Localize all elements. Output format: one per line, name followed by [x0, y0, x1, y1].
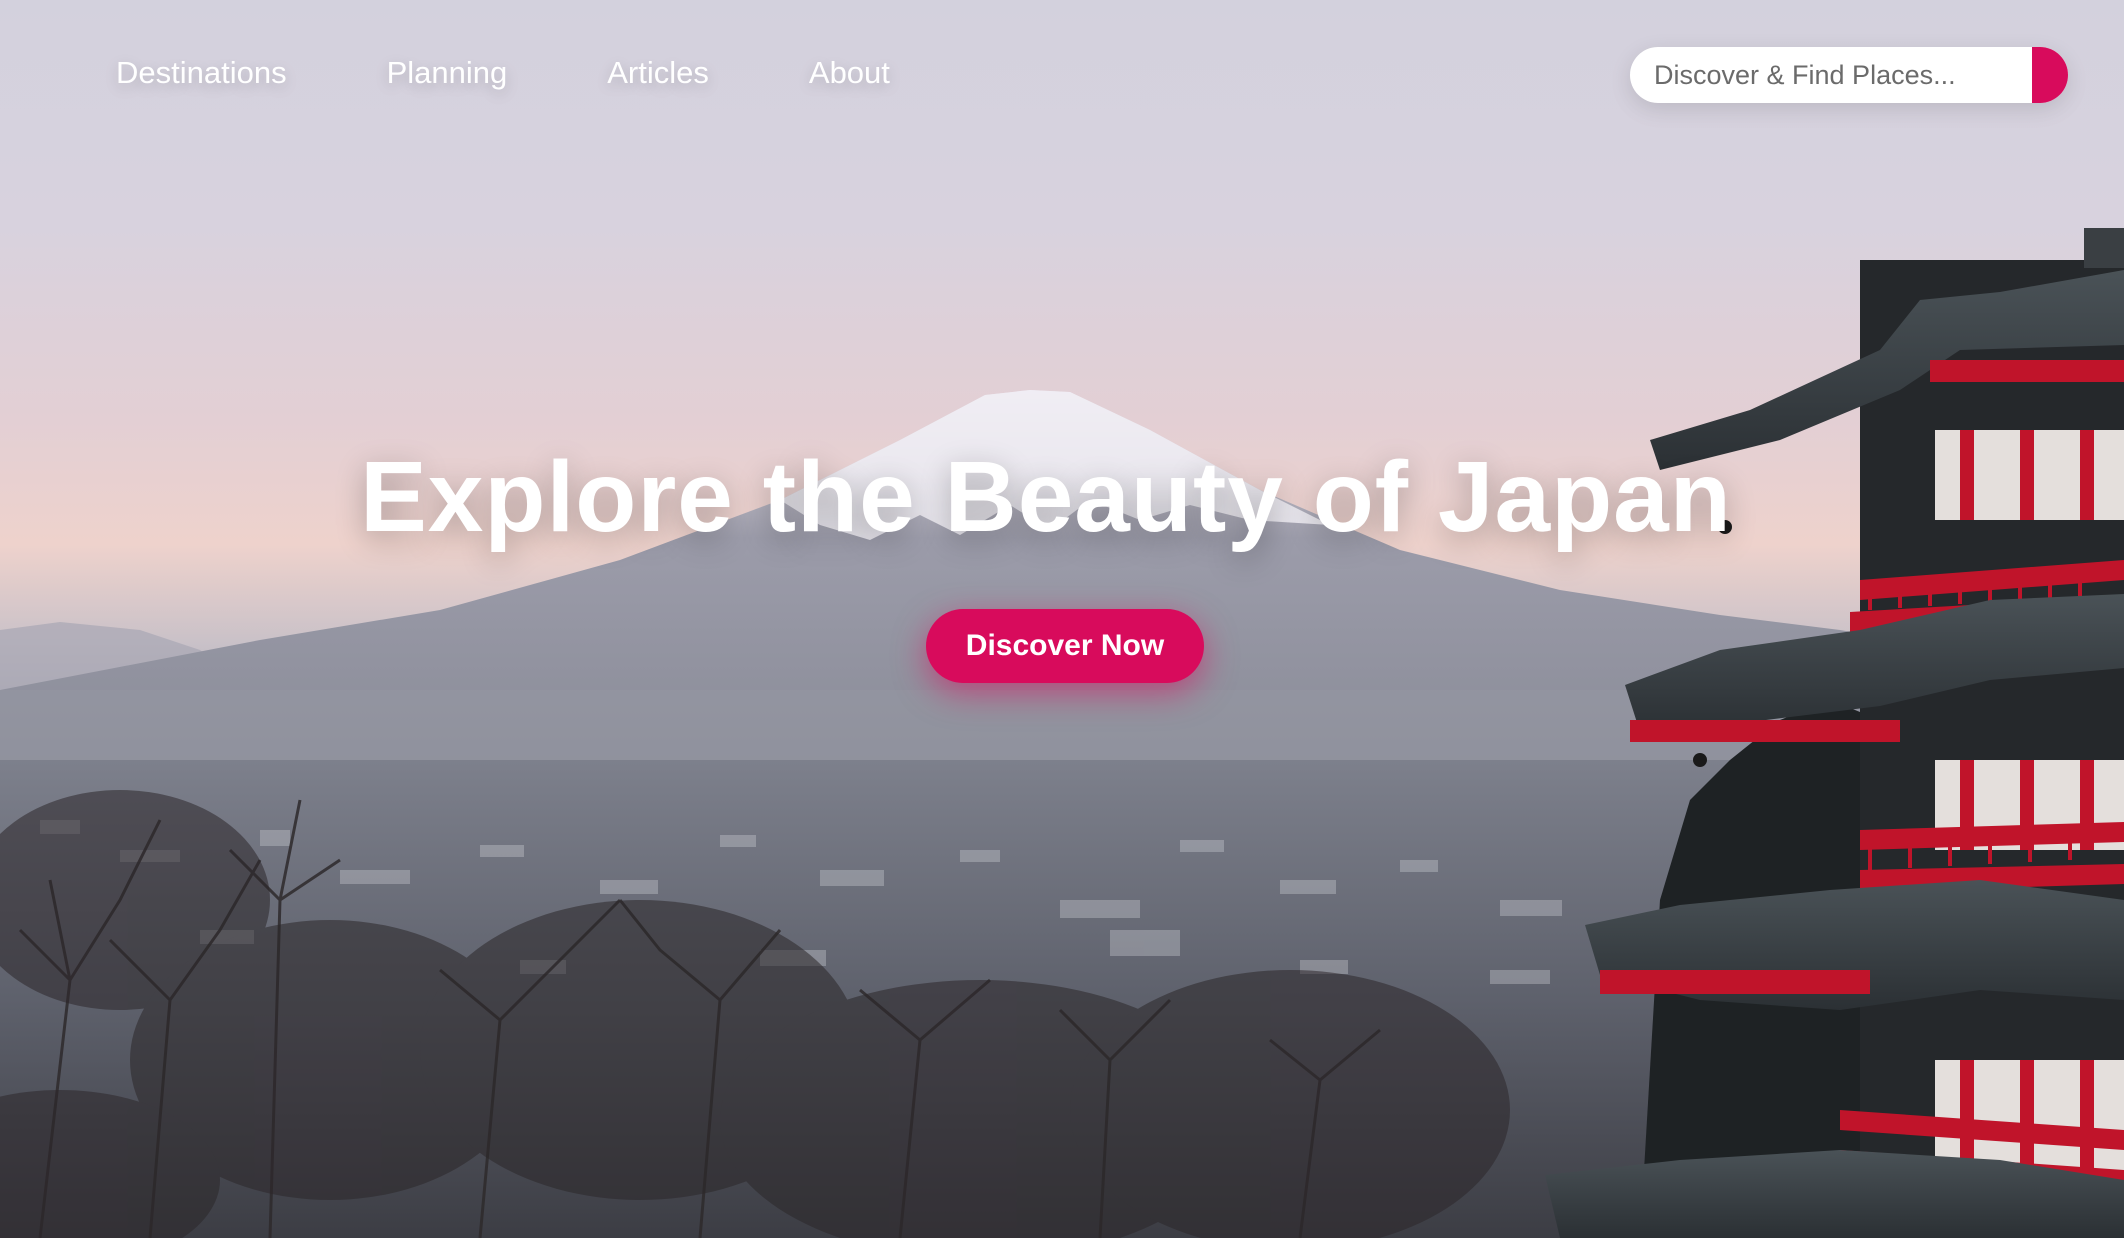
discover-now-button[interactable]: Discover Now [926, 609, 1204, 683]
nav-link-articles[interactable]: Articles [607, 50, 709, 96]
nav-link-planning[interactable]: Planning [387, 50, 508, 96]
search-bar [1630, 47, 2068, 103]
hero-section: Destinations Planning Articles About Exp… [0, 0, 2124, 1238]
hero-title: Explore the Beauty of Japan [360, 441, 1732, 553]
nav-link-about[interactable]: About [809, 50, 890, 96]
main-nav: Destinations Planning Articles About [116, 50, 890, 96]
search-input[interactable] [1630, 47, 2032, 103]
nav-link-destinations[interactable]: Destinations [116, 50, 287, 96]
